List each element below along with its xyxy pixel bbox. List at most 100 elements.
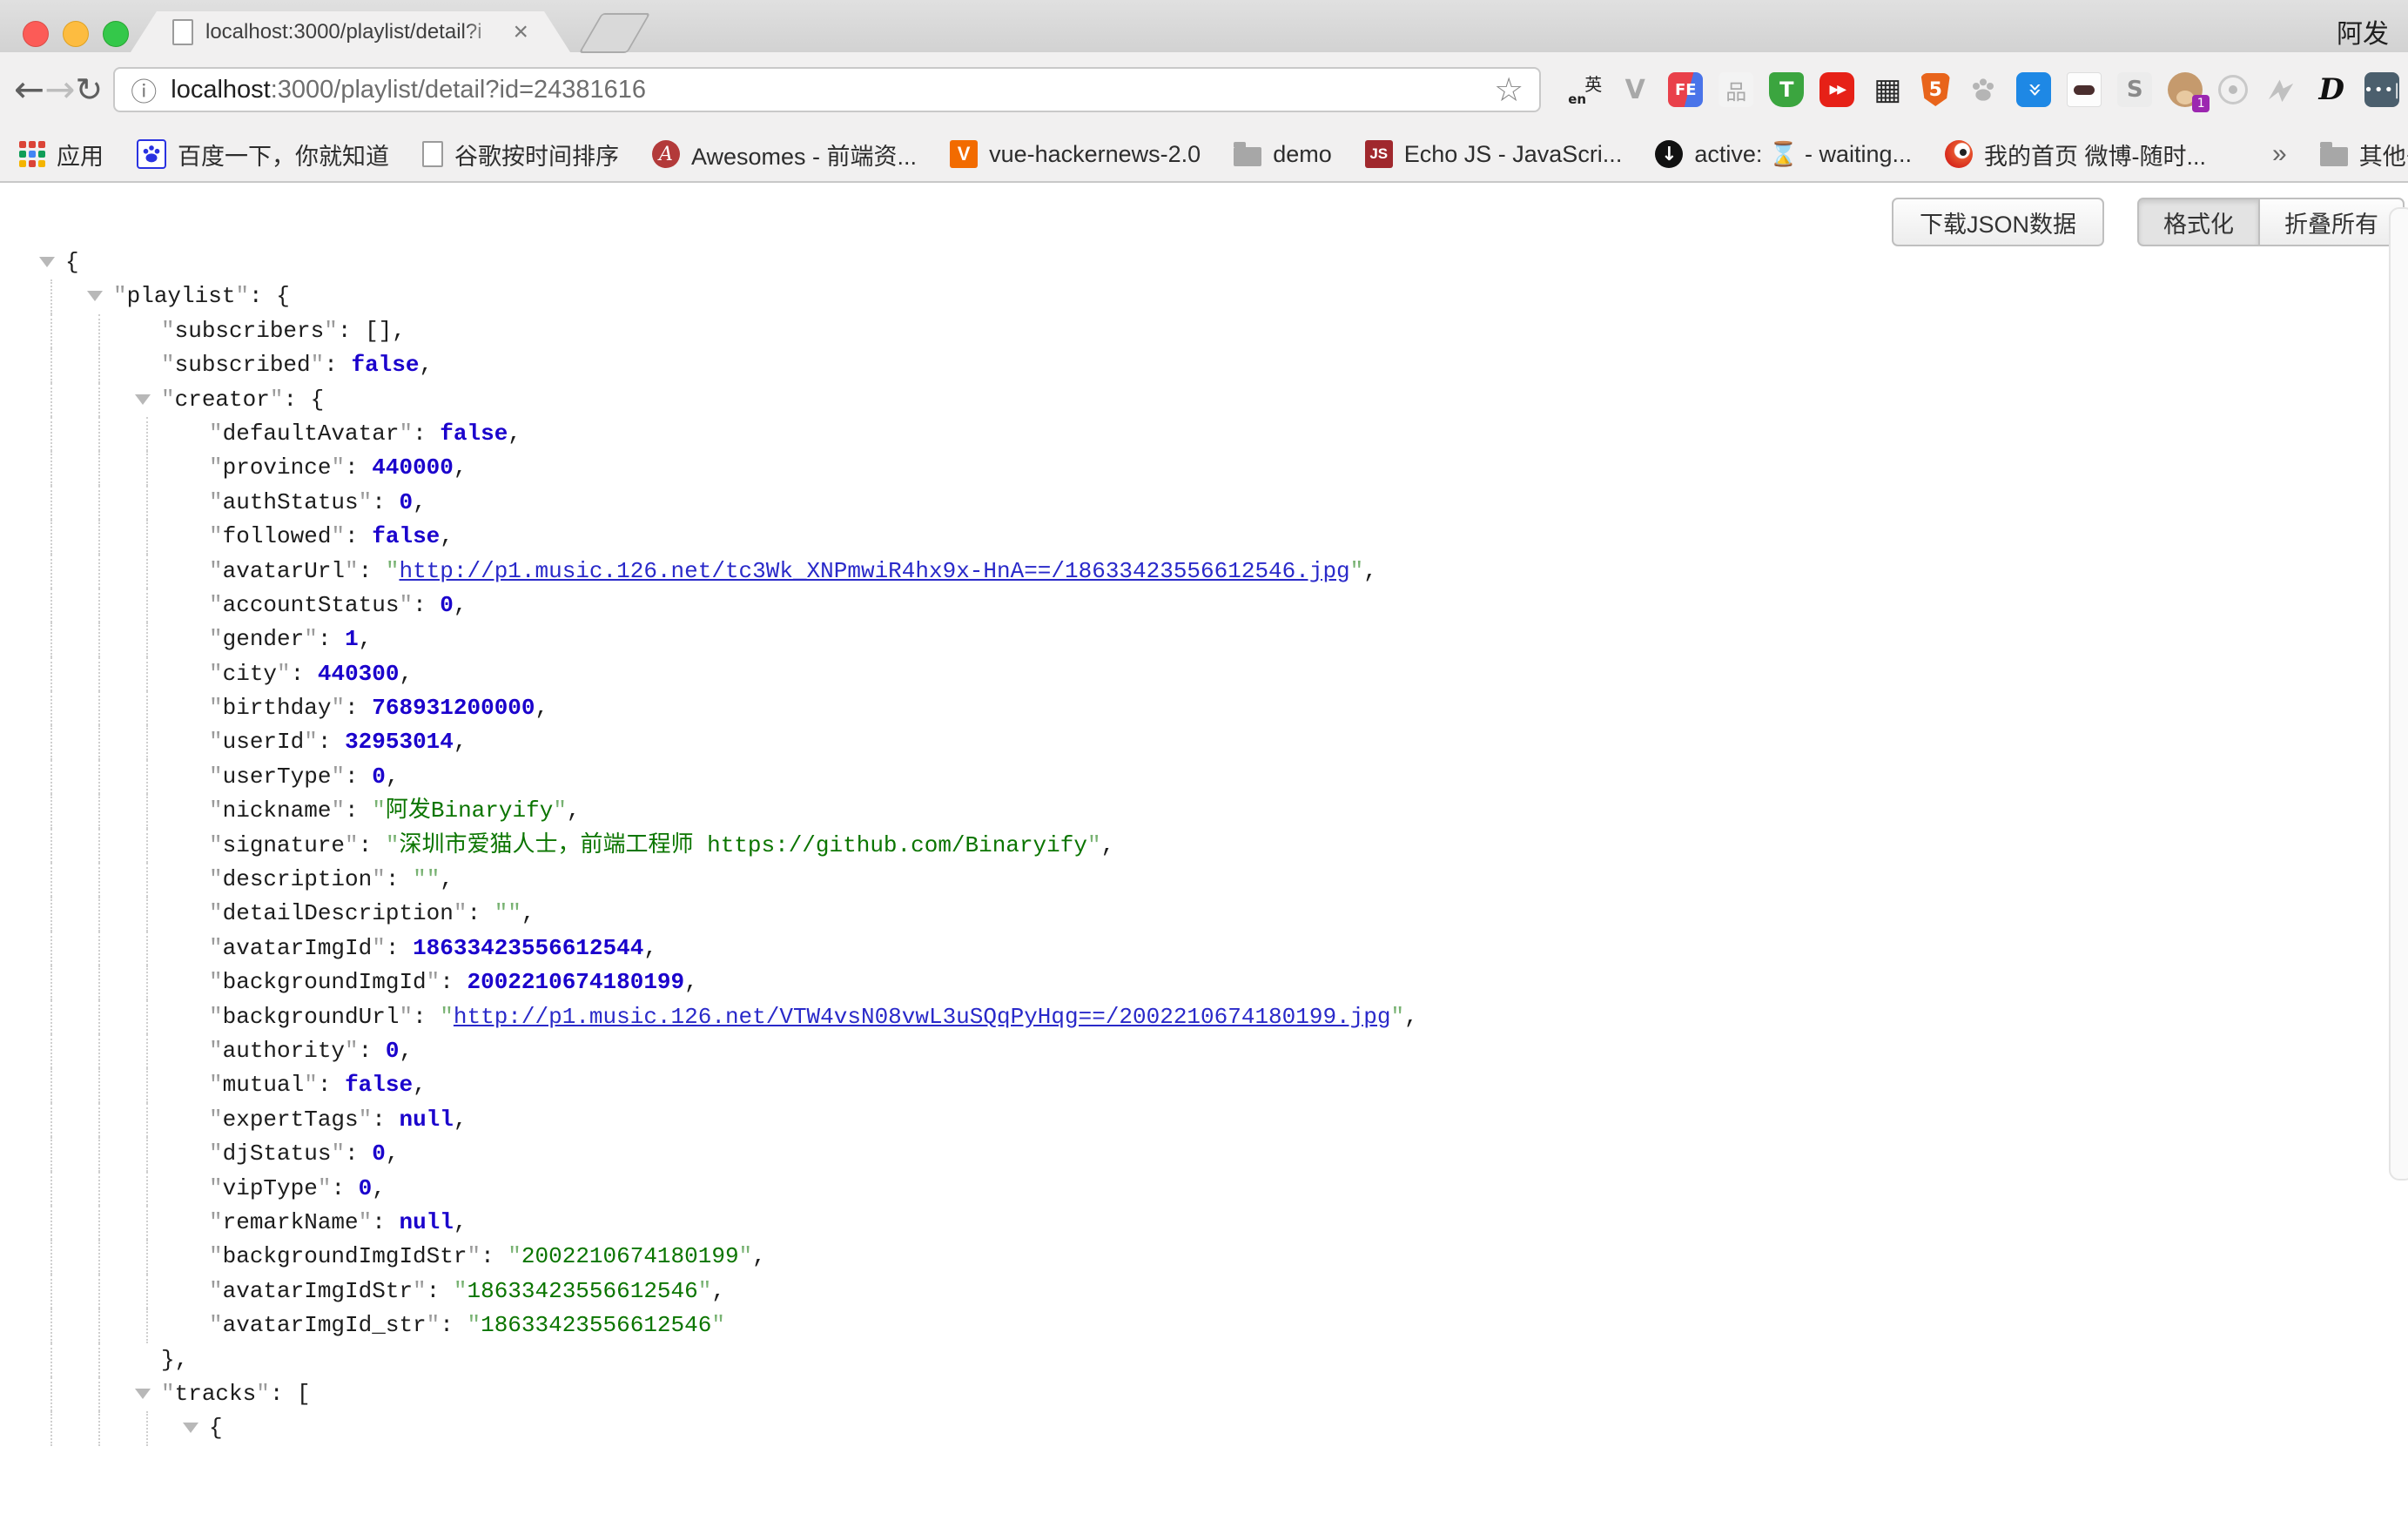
html5-player-icon[interactable]: 5 — [1920, 73, 1950, 106]
json-line: "avatarImgIdStr": "18633423556612546", — [0, 1275, 2408, 1308]
json-line: "city": 440300, — [0, 657, 2408, 691]
scrollbar-track[interactable] — [2389, 207, 2408, 1181]
indent-guide — [98, 622, 100, 656]
collapse-toggle-icon[interactable] — [183, 1423, 198, 1433]
bookmark-baidu[interactable]: 百度一下，你就知道 — [137, 138, 389, 172]
profile-name[interactable]: 阿发 — [2337, 12, 2389, 50]
weibo-eye-icon[interactable] — [2218, 75, 2248, 104]
bookmark-apps[interactable]: 应用 — [19, 138, 104, 172]
json-line: "gender": 1, — [0, 622, 2408, 656]
maximize-window-icon[interactable] — [103, 21, 129, 47]
indent-guide — [50, 486, 52, 520]
indent-guide — [50, 520, 52, 554]
json-url-link[interactable]: http://p1.music.126.net/tc3Wk_XNPmwiR4hx… — [399, 558, 1349, 584]
new-tab-button[interactable] — [579, 13, 651, 53]
format-button[interactable]: 格式化 — [2137, 198, 2258, 246]
bookmark-google-sort[interactable]: 谷歌按时间排序 — [422, 138, 619, 172]
video-red-icon[interactable]: ▶▶ — [1819, 72, 1854, 107]
address-bar[interactable]: ⓘ localhost:3000/playlist/detail?id=2438… — [113, 67, 1541, 112]
close-tab-icon[interactable]: × — [513, 19, 528, 45]
json-line: "backgroundImgIdStr": "2002210674180199"… — [0, 1240, 2408, 1274]
indent-guide — [146, 1068, 148, 1102]
bookmark-awesomes[interactable]: A Awesomes - 前端资... — [652, 138, 917, 172]
bookmark-echojs[interactable]: JS Echo JS - JavaScri... — [1365, 140, 1623, 168]
bookmark-active-waiting[interactable]: ↓ active: ⌛ - waiting... — [1655, 140, 1912, 168]
json-line: "tracks": [ — [0, 1377, 2408, 1411]
indent-guide — [146, 1411, 148, 1445]
paw-icon[interactable] — [1966, 72, 2001, 107]
collapse-all-button[interactable]: 折叠所有 — [2258, 198, 2405, 246]
indent-guide — [98, 1137, 100, 1171]
json-line: "birthday": 768931200000, — [0, 691, 2408, 725]
json-line: { — [0, 246, 2408, 279]
folder-icon — [2320, 147, 2348, 166]
minimize-window-icon[interactable] — [63, 21, 89, 47]
other-bookmarks[interactable]: 其他书签 — [2320, 138, 2408, 172]
indent-guide — [50, 589, 52, 622]
indent-guide — [98, 589, 100, 622]
page-icon — [422, 141, 443, 167]
indent-guide — [146, 657, 148, 691]
back-icon[interactable]: ← — [14, 71, 44, 108]
bookmark-vue-hackernews[interactable]: V vue-hackernews-2.0 — [950, 140, 1201, 168]
indent-guide — [50, 794, 52, 828]
url-text[interactable]: localhost:3000/playlist/detail?id=243816… — [171, 76, 1494, 104]
mask-icon[interactable] — [2067, 72, 2102, 107]
indent-guide — [50, 451, 52, 485]
browser-tab[interactable]: localhost:3000/playlist/detail?i × — [131, 11, 570, 52]
json-line: "description": "", — [0, 863, 2408, 897]
json-line: "detailDescription": "", — [0, 897, 2408, 931]
bookmark-label: 其他书签 — [2359, 138, 2408, 172]
download-json-button[interactable]: 下载JSON数据 — [1892, 198, 2104, 246]
stylish-s-icon[interactable]: S — [2117, 72, 2152, 107]
bookmarks-overflow-icon[interactable]: » — [2272, 139, 2287, 169]
close-window-icon[interactable] — [23, 21, 49, 47]
tampermonkey-shield-icon[interactable]: T — [1769, 72, 1804, 107]
indent-guide — [50, 897, 52, 931]
indent-guide — [98, 314, 100, 348]
collapse-toggle-icon[interactable] — [135, 1389, 151, 1399]
bookmarks-bar: 应用 百度一下，你就知道 谷歌按时间排序 A Awesomes - 前端资...… — [0, 127, 2408, 183]
bookmark-star-icon[interactable]: ☆ — [1494, 71, 1523, 109]
indent-guide — [98, 555, 100, 589]
vue-devtools-icon[interactable]: V — [1618, 72, 1652, 107]
json-line: "accountStatus": 0, — [0, 589, 2408, 622]
reload-icon[interactable]: ↻ — [75, 73, 103, 106]
forward-icon[interactable]: → — [44, 71, 75, 108]
json-line: "userId": 32953014, — [0, 725, 2408, 759]
indent-guide — [50, 1206, 52, 1240]
qr-code-icon[interactable]: ▦ — [1870, 72, 1905, 107]
indent-guide — [50, 1343, 52, 1377]
download-helper-icon[interactable]: « — [2016, 72, 2051, 107]
json-line: "backgroundUrl": "http://p1.music.126.ne… — [0, 1000, 2408, 1034]
indent-guide — [98, 829, 100, 863]
indent-guide — [146, 555, 148, 589]
json-line: "expertTags": null, — [0, 1103, 2408, 1137]
fe-helper-icon[interactable]: FE — [1668, 72, 1703, 107]
indent-guide — [98, 1411, 100, 1445]
json-line: "subscribed": false, — [0, 348, 2408, 382]
extension-badge: 1 — [2192, 95, 2210, 112]
bookmark-demo-folder[interactable]: demo — [1234, 141, 1332, 168]
indent-guide — [50, 1137, 52, 1171]
bookmark-weibo-home[interactable]: 我的首页 微博-随时... — [1945, 138, 2206, 172]
script-d-icon[interactable]: D — [2314, 72, 2349, 107]
json-line: "remarkName": null, — [0, 1206, 2408, 1240]
json-line: "signature": "深圳市爱猫人士，前端工程师 https://gith… — [0, 829, 2408, 863]
sitemap-icon[interactable]: 品 — [1719, 72, 1753, 107]
indent-guide — [98, 691, 100, 725]
browser-toolbar: ← → ↻ ⓘ localhost:3000/playlist/detail?i… — [0, 52, 2408, 127]
bird-icon[interactable] — [2263, 72, 2298, 107]
site-info-icon[interactable]: ⓘ — [131, 71, 157, 109]
json-line: "avatarImgId": 18633423556612544, — [0, 932, 2408, 965]
translate-icon[interactable]: 英en — [1567, 72, 1602, 107]
monkey-badge-icon[interactable]: 1 — [2168, 72, 2203, 107]
baidu-paw-icon — [137, 139, 166, 169]
password-dots-icon[interactable]: •••| — [2364, 72, 2399, 107]
indent-guide — [98, 417, 100, 451]
collapse-toggle-icon[interactable] — [135, 394, 151, 405]
collapse-toggle-icon[interactable] — [87, 291, 103, 301]
view-mode-group: 格式化 折叠所有 — [2137, 198, 2405, 246]
collapse-toggle-icon[interactable] — [39, 257, 55, 267]
json-url-link[interactable]: http://p1.music.126.net/VTW4vsN08vwL3uSQ… — [454, 1004, 1391, 1030]
